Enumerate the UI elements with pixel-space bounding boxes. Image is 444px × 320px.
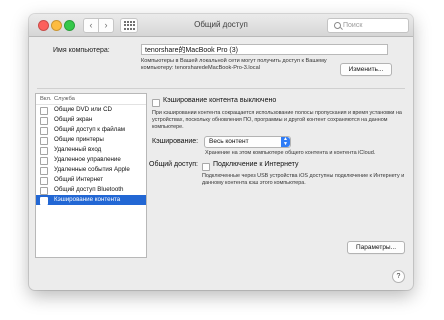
computer-name-label: Имя компьютера: — [53, 47, 110, 54]
service-checkbox[interactable] — [40, 147, 48, 155]
sharing-window: ‹ › Общий доступ Имя компьютера: tenorsh… — [29, 14, 413, 290]
service-label: Общий доступ к файлам — [54, 126, 126, 133]
cache-popup-value: Весь контент — [209, 138, 249, 145]
service-row[interactable]: Общие DVD или CD — [36, 105, 146, 115]
service-checkbox[interactable] — [40, 187, 48, 195]
up-down-arrows-icon: ▲ ▼ — [281, 137, 290, 147]
service-label: Общий экран — [54, 116, 93, 123]
service-row[interactable]: Общие принтеры — [36, 135, 146, 145]
service-row[interactable]: Общий экран — [36, 115, 146, 125]
service-label: Общие принтеры — [54, 136, 104, 143]
header-service: Служба — [54, 96, 75, 102]
computer-name-description: Компьютеры в Вашей локальной сети могут … — [141, 58, 327, 72]
service-row[interactable]: Удаленные события Apple — [36, 165, 146, 175]
service-label: Общие DVD или CD — [54, 106, 113, 113]
service-checkbox[interactable] — [40, 167, 48, 175]
service-row[interactable]: Общий доступ Bluetooth — [36, 185, 146, 195]
title-bar: ‹ › Общий доступ — [29, 14, 413, 37]
service-label: Общий доступ Bluetooth — [54, 186, 124, 193]
service-label: Кэширование контента — [54, 196, 121, 203]
service-row-selected[interactable]: Кэширование контента — [36, 195, 146, 205]
service-checkbox[interactable] — [40, 197, 48, 205]
cache-label: Кэширование: — [152, 138, 199, 145]
service-row[interactable]: Удаленное управление — [36, 155, 146, 165]
service-row[interactable]: Удаленный вход — [36, 145, 146, 155]
search-field[interactable] — [327, 18, 409, 33]
content-caching-checkbox[interactable] — [152, 99, 160, 107]
search-input[interactable] — [343, 19, 403, 32]
internet-connection-label: Подключение к Интернету — [213, 161, 299, 168]
service-label: Удаленное управление — [54, 156, 121, 163]
service-row[interactable]: Общий Интернет — [36, 175, 146, 185]
help-button[interactable]: ? — [392, 270, 405, 283]
divider — [37, 88, 405, 89]
computer-name-field[interactable]: tenorshare的MacBook Pro (3) — [141, 44, 388, 55]
services-list: Вкл. Служба Общие DVD или CD Общий экран… — [35, 93, 147, 258]
service-checkbox[interactable] — [40, 177, 48, 185]
service-label: Общий Интернет — [54, 176, 104, 183]
cache-hint: Хранение на этом компьютере общего конте… — [205, 150, 376, 156]
cache-popup[interactable]: Весь контент ▲ ▼ — [204, 136, 291, 148]
service-label: Удаленный вход — [54, 146, 102, 153]
service-row[interactable]: Общий доступ к файлам — [36, 125, 146, 135]
internet-connection-checkbox[interactable] — [202, 163, 210, 171]
service-label: Удаленные события Apple — [54, 166, 130, 173]
content-caching-description: При кэшировании контента сокращается исп… — [152, 110, 402, 130]
service-checkbox[interactable] — [40, 117, 48, 125]
header-enabled: Вкл. — [40, 96, 52, 102]
services-list-header: Вкл. Служба — [36, 94, 146, 105]
internet-connection-description: Подключенные через USB устройства iOS до… — [202, 173, 405, 186]
options-button[interactable]: Параметры... — [347, 241, 405, 254]
edit-name-button[interactable]: Изменить... — [340, 63, 392, 76]
service-checkbox[interactable] — [40, 127, 48, 135]
service-checkbox[interactable] — [40, 157, 48, 165]
service-checkbox[interactable] — [40, 107, 48, 115]
share-label: Общий доступ: — [149, 161, 198, 168]
content-caching-status: Кэширование контента выключено — [163, 97, 277, 104]
search-icon — [334, 22, 341, 29]
service-checkbox[interactable] — [40, 137, 48, 145]
